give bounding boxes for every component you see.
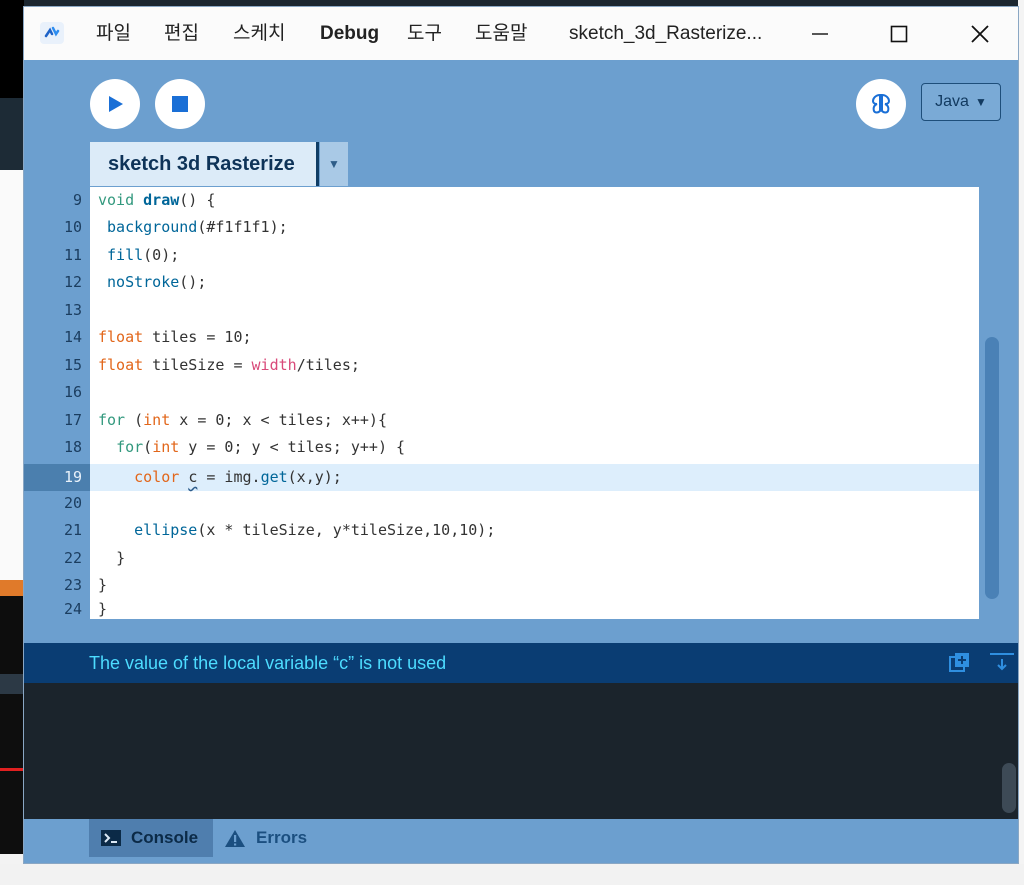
code-line: }: [98, 600, 108, 618]
chevron-down-icon: ▼: [974, 95, 987, 109]
warning-icon: [225, 829, 245, 847]
line-number: 13: [63, 301, 82, 319]
code-line: ellipse(x * tileSize, y*tileSize,10,10);: [134, 521, 496, 539]
maximize-button[interactable]: [869, 7, 929, 60]
line-number: 24: [63, 600, 82, 618]
processing-ide-window: 파일 편집 스케치 Debug 도구 도움말 sketch_3d_Rasteri…: [23, 6, 1019, 864]
code-line: float tiles = 10;: [98, 328, 252, 346]
code-line: float tileSize = width/tiles;: [98, 356, 360, 374]
title-bar: 파일 편집 스케치 Debug 도구 도움말 sketch_3d_Rasteri…: [24, 7, 1018, 60]
line-number: 16: [63, 383, 82, 401]
tab-sketch[interactable]: sketch 3d Rasterize: [90, 142, 318, 186]
line-number: 23: [63, 576, 82, 594]
run-button[interactable]: [90, 79, 140, 129]
menu-help[interactable]: 도움말: [475, 7, 527, 60]
minimize-console-icon[interactable]: [989, 651, 1015, 673]
status-message: The value of the local variable “c” is n…: [89, 653, 447, 673]
line-number: 21: [63, 521, 82, 539]
footer-tabs: Console Errors: [24, 819, 1018, 863]
line-number: 22: [63, 549, 82, 567]
mode-label: Java: [935, 93, 969, 110]
code-line-active: color c = img.get(x,y);: [134, 468, 342, 486]
menu-sketch[interactable]: 스케치: [233, 7, 285, 60]
code-line: fill(0);: [107, 246, 180, 264]
stop-icon: [172, 96, 188, 112]
menu-tools[interactable]: 도구: [407, 7, 442, 60]
code-line: }: [116, 549, 126, 567]
tab-console[interactable]: Console: [89, 819, 213, 857]
close-icon: [971, 24, 989, 43]
background-desktop-bottom: [0, 864, 1024, 885]
line-number: 17: [63, 411, 82, 429]
line-number: 14: [63, 328, 82, 346]
terminal-icon: [101, 830, 121, 846]
code-line: background(#f1f1f1);: [107, 218, 288, 236]
copy-icon[interactable]: [949, 652, 971, 674]
line-number: 12: [63, 273, 82, 291]
background-window-left: [0, 0, 24, 885]
code-line: for(int y = 0; y < tiles; y++) {: [116, 438, 406, 456]
line-number: 20: [63, 494, 82, 512]
console-scrollbar-thumb[interactable]: [1002, 763, 1016, 813]
tab-errors-label: Errors: [256, 828, 308, 847]
chevron-down-icon: ▼: [328, 157, 340, 171]
minimize-button[interactable]: [790, 7, 850, 60]
tab-divider: [316, 142, 319, 186]
line-number-active: 19: [63, 468, 82, 486]
line-number: 9: [72, 191, 82, 209]
debugger-button[interactable]: [856, 79, 906, 129]
message-bar: The value of the local variable “c” is n…: [24, 643, 1018, 683]
console-output[interactable]: [24, 683, 996, 819]
code-editor: 9 10 11 12 13 14 15 16 17 18 19 20 21 22…: [24, 187, 1018, 619]
butterfly-debug-icon: [871, 93, 891, 114]
maximize-icon: [890, 25, 908, 42]
processing-logo-icon: [40, 22, 64, 44]
line-number: 10: [63, 218, 82, 236]
code-line: noStroke();: [107, 273, 207, 291]
minimize-icon: [812, 32, 828, 35]
code-line: for (int x = 0; x < tiles; x++){: [98, 411, 387, 429]
play-icon: [109, 96, 123, 112]
tab-menu-button[interactable]: ▼: [320, 142, 348, 186]
code-area[interactable]: [90, 187, 979, 619]
code-line: void draw() {: [98, 191, 216, 209]
line-number: 18: [63, 438, 82, 456]
line-number: 11: [63, 246, 82, 264]
mode-selector[interactable]: Java ▼: [921, 83, 1001, 121]
stop-button[interactable]: [155, 79, 205, 129]
menu-debug[interactable]: Debug: [320, 7, 379, 60]
code-line: }: [98, 576, 108, 594]
editor-scrollbar-thumb[interactable]: [985, 337, 999, 599]
unused-variable-warning: c: [188, 468, 198, 486]
menu-file[interactable]: 파일: [96, 7, 131, 60]
window-title: sketch_3d_Rasterize...: [569, 23, 763, 44]
menu-edit[interactable]: 편집: [164, 7, 199, 60]
line-number: 15: [63, 356, 82, 374]
tab-console-label: Console: [131, 828, 199, 847]
close-button[interactable]: [950, 7, 1010, 60]
tab-errors[interactable]: Errors: [224, 819, 307, 857]
